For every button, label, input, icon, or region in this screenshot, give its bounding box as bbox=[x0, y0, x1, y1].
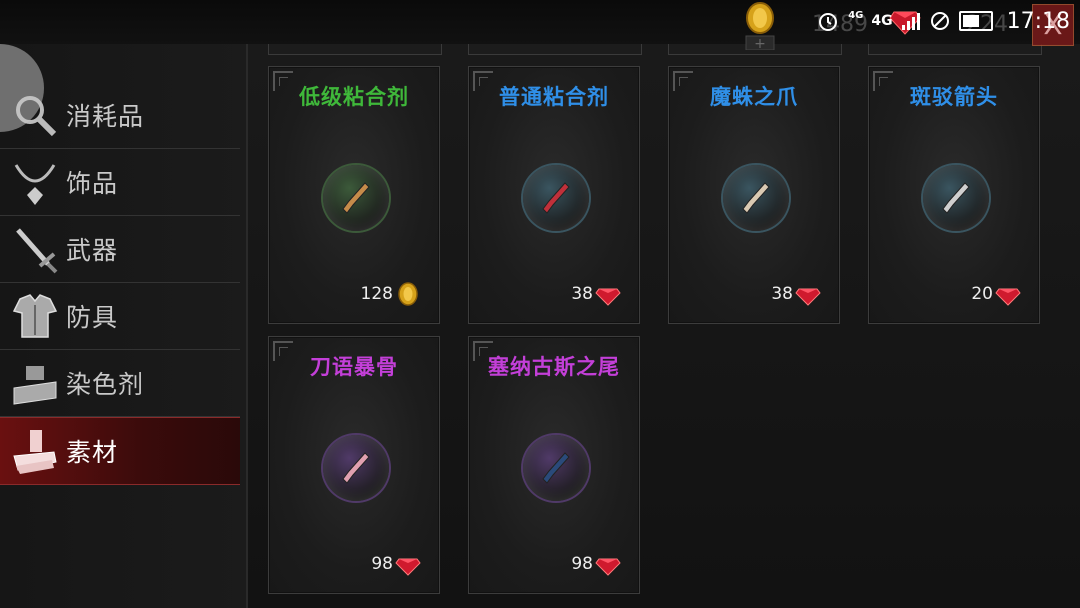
item-orb bbox=[323, 435, 389, 501]
battery-icon bbox=[958, 11, 993, 31]
item-name: 斑驳箭头 bbox=[910, 85, 998, 109]
price-value: 128 bbox=[360, 284, 393, 304]
gold-coin-icon bbox=[398, 282, 418, 306]
price-value: 98 bbox=[571, 554, 593, 574]
category-sidebar: 消耗品 饰品 武器 防具 染色剂 素材 bbox=[0, 44, 248, 608]
status-bar: + 1489 224 X 4G 4G 17:18 bbox=[0, 0, 1080, 50]
price-value: 98 bbox=[371, 554, 393, 574]
dye-pot-icon bbox=[6, 354, 64, 412]
binder-vial-icon bbox=[342, 182, 370, 214]
sidebar-item-label: 饰品 bbox=[66, 169, 119, 198]
sidebar-item-label: 染色剂 bbox=[66, 370, 145, 399]
gem-icon bbox=[995, 288, 1021, 306]
gold-coin-icon: + bbox=[745, 2, 775, 50]
sidebar-item-accessories[interactable]: 饰品 bbox=[0, 149, 240, 216]
scroll-material-icon bbox=[6, 422, 64, 480]
item-price: 38 bbox=[771, 281, 821, 307]
sidebar-item-label: 消耗品 bbox=[66, 102, 145, 131]
gem-icon bbox=[595, 288, 621, 306]
shop-item-card[interactable]: 普通粘合剂 38 bbox=[468, 66, 640, 324]
item-price: 20 bbox=[971, 281, 1021, 307]
sidebar-item-label: 素材 bbox=[66, 438, 119, 467]
gem-icon bbox=[595, 558, 621, 576]
item-name: 刀语暴骨 bbox=[310, 355, 398, 379]
price-value: 38 bbox=[771, 284, 793, 304]
item-orb bbox=[923, 165, 989, 231]
arrowhead-icon bbox=[942, 182, 970, 214]
signal-icon bbox=[901, 13, 920, 30]
previous-row-card-edge bbox=[868, 44, 1042, 55]
shop-item-card[interactable]: 低级粘合剂 128 bbox=[268, 66, 440, 324]
sidebar-item-weapons[interactable]: 武器 bbox=[0, 216, 240, 283]
armor-icon bbox=[6, 287, 64, 345]
svg-text:+: + bbox=[754, 36, 766, 50]
item-name: 普通粘合剂 bbox=[499, 85, 609, 109]
spider-claw-icon bbox=[742, 182, 770, 214]
sidebar-item-materials[interactable]: 素材 bbox=[0, 417, 240, 485]
item-orb bbox=[523, 165, 589, 231]
tail-icon bbox=[542, 452, 570, 484]
gem-icon bbox=[395, 558, 421, 576]
shop-item-card[interactable]: 斑驳箭头 20 bbox=[868, 66, 1040, 324]
item-orb bbox=[323, 165, 389, 231]
item-price: 38 bbox=[571, 281, 621, 307]
item-name: 低级粘合剂 bbox=[299, 85, 409, 109]
network-type: 4G bbox=[871, 13, 893, 29]
previous-row-card-edge bbox=[468, 44, 642, 55]
item-orb bbox=[723, 165, 789, 231]
binder-vial-icon bbox=[542, 182, 570, 214]
sidebar-item-dyes[interactable]: 染色剂 bbox=[0, 350, 240, 417]
sidebar-item-label: 防具 bbox=[66, 303, 119, 332]
sidebar-item-label: 武器 bbox=[66, 236, 119, 265]
item-price: 128 bbox=[361, 281, 421, 307]
necklace-icon bbox=[6, 153, 64, 211]
shop-item-card[interactable]: 塞纳古斯之尾 98 bbox=[468, 336, 640, 594]
clock-time: 17:18 bbox=[1006, 8, 1070, 34]
item-orb bbox=[523, 435, 589, 501]
network-type-small: 4G bbox=[848, 9, 864, 21]
item-price: 98 bbox=[571, 551, 621, 577]
sidebar-item-armor[interactable]: 防具 bbox=[0, 283, 240, 350]
bone-blade-icon bbox=[342, 452, 370, 484]
item-name: 塞纳古斯之尾 bbox=[488, 355, 620, 379]
alarm-icon bbox=[819, 13, 838, 31]
gem-icon bbox=[795, 288, 821, 306]
shop-item-card[interactable]: 魔蛛之爪 38 bbox=[668, 66, 840, 324]
price-value: 20 bbox=[971, 284, 993, 304]
sword-icon bbox=[6, 220, 64, 278]
price-value: 38 bbox=[571, 284, 593, 304]
system-status-icons: 4G 4G 17:18 bbox=[816, 6, 1070, 36]
item-name: 魔蛛之爪 bbox=[710, 85, 798, 109]
item-price: 98 bbox=[371, 551, 421, 577]
do-not-disturb-icon bbox=[930, 12, 949, 30]
shop-item-card[interactable]: 刀语暴骨 98 bbox=[268, 336, 440, 594]
previous-row-card-edge bbox=[268, 44, 442, 55]
